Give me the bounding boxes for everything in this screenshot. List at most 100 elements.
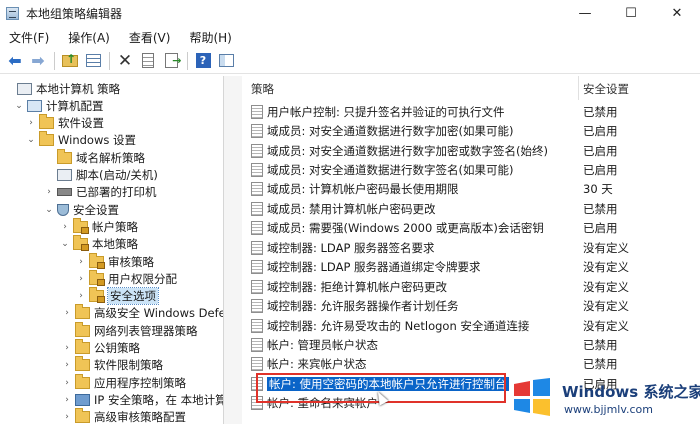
- tree-item[interactable]: 本地计算机 策略: [4, 79, 120, 98]
- back-button[interactable]: ⬅: [4, 50, 26, 72]
- policy-row[interactable]: 域成员: 禁用计算机帐户密码更改 已禁用: [243, 199, 700, 218]
- policy-name: 域成员: 对安全通道数据进行数字加密(如果可能): [267, 124, 514, 139]
- network-icon: [75, 393, 90, 406]
- tree-expander-icon[interactable]: ⌄: [44, 205, 54, 215]
- close-button[interactable]: ✕: [654, 0, 700, 26]
- tree-item[interactable]: 域名解析策略: [44, 148, 145, 167]
- policy-row[interactable]: 域成员: 需要强(Windows 2000 或更高版本)会话密钥 已启用: [243, 219, 700, 238]
- folder-icon: [57, 148, 72, 164]
- properties-button[interactable]: [137, 50, 159, 72]
- policy-row[interactable]: 域控制器: LDAP 服务器签名要求 没有定义: [243, 238, 700, 257]
- tree-item[interactable]: › 审核策略: [76, 252, 154, 271]
- tree-expander-icon[interactable]: ›: [76, 274, 86, 284]
- tree-item-label: 脚本(启动/关机): [76, 168, 158, 182]
- tree-expander-icon[interactable]: ›: [62, 412, 72, 422]
- tree-expander-icon[interactable]: ›: [62, 360, 72, 370]
- tree-item[interactable]: ⌄ Windows 设置: [26, 131, 136, 150]
- computer-icon: [27, 99, 42, 112]
- column-divider[interactable]: [578, 76, 579, 100]
- tree-item[interactable]: › 公钥策略: [62, 339, 140, 358]
- policy-name-cell: 帐户: 来宾帐户状态: [267, 356, 589, 372]
- window-controls: — ☐ ✕: [562, 0, 700, 26]
- tree-item-label: IP 安全策略，在 本地计算: [94, 392, 224, 407]
- policy-row[interactable]: 帐户: 管理员帐户状态 已禁用: [243, 335, 700, 354]
- toolbar-separator: [54, 51, 55, 70]
- policy-name-cell: 域成员: 计算机帐户密码最长使用期限: [267, 181, 589, 197]
- tree-item[interactable]: › 软件限制策略: [62, 356, 163, 375]
- tree-expander-icon[interactable]: ›: [60, 222, 70, 232]
- tree-expander-icon[interactable]: ›: [62, 395, 72, 405]
- policy-setting-icon: [251, 299, 263, 314]
- tree-item-label: 用户权限分配: [108, 271, 177, 286]
- tree-scrollbar[interactable]: [224, 76, 242, 424]
- tree-item-label: 帐户策略: [92, 219, 138, 234]
- column-header-security-setting[interactable]: 安全设置: [583, 80, 629, 98]
- tree-expander-icon[interactable]: ›: [62, 343, 72, 353]
- tree-item[interactable]: › 高级安全 Windows Defen: [62, 304, 224, 323]
- minimize-button[interactable]: —: [562, 0, 608, 26]
- tree-item[interactable]: ⌄ 安全设置: [44, 200, 119, 219]
- tree-item[interactable]: › 已部署的打印机: [44, 183, 156, 202]
- menu-help[interactable]: 帮助(H): [184, 29, 236, 46]
- tree-item[interactable]: 网络列表管理器策略: [62, 321, 198, 340]
- help-button[interactable]: ?: [192, 50, 214, 72]
- tree-expander-icon[interactable]: ⌄: [26, 135, 36, 145]
- tree-item[interactable]: 脚本(启动/关机): [44, 166, 158, 185]
- folder-icon: [39, 114, 54, 130]
- console-tree[interactable]: 本地计算机 策略 ⌄ 计算机配置 › 软件设置 ⌄ Windows 设置 域名解析策略 脚本(启…: [0, 76, 224, 424]
- tree-item[interactable]: › 应用程序控制策略: [62, 373, 186, 392]
- menu-view[interactable]: 查看(V): [124, 29, 176, 46]
- tree-expander-icon[interactable]: ›: [62, 378, 72, 388]
- tree-item[interactable]: › 帐户策略: [60, 217, 138, 236]
- tree-expander-icon[interactable]: ›: [76, 291, 86, 301]
- policy-row[interactable]: 域控制器: 允许易受攻击的 Netlogon 安全通道连接 没有定义: [243, 316, 700, 335]
- folder-icon: [75, 373, 90, 389]
- tree-item[interactable]: ⌄ 本地策略: [60, 235, 138, 254]
- tree-expander-icon[interactable]: ⌄: [60, 239, 70, 249]
- policy-row[interactable]: 域成员: 计算机帐户密码最长使用期限 30 天: [243, 180, 700, 199]
- policy-setting-icon: [251, 201, 263, 216]
- show-action-pane-button[interactable]: [215, 50, 237, 72]
- tree-item[interactable]: › IP 安全策略，在 本地计算: [62, 390, 224, 409]
- policy-setting-icon: [251, 318, 263, 333]
- policy-row[interactable]: 域成员: 对安全通道数据进行数字加密或数字签名(始终) 已启用: [243, 141, 700, 160]
- policy-name: 域成员: 禁用计算机帐户密码更改: [267, 201, 436, 216]
- windows-logo-icon: [514, 378, 550, 416]
- policy-row[interactable]: 域控制器: 拒绝计算机帐户密码更改 没有定义: [243, 277, 700, 296]
- policy-name-cell: 用户帐户控制: 只提升签名并验证的可执行文件: [267, 104, 589, 120]
- forward-button[interactable]: ➡: [27, 50, 49, 72]
- tree-item[interactable]: › 软件设置: [26, 114, 104, 133]
- show-hide-tree-button[interactable]: [82, 50, 104, 72]
- tree-item[interactable]: ⌄ 计算机配置: [14, 96, 103, 115]
- policy-row[interactable]: 域成员: 对安全通道数据进行数字加密(如果可能) 已启用: [243, 121, 700, 140]
- menu-file[interactable]: 文件(F): [4, 29, 54, 46]
- tree-item[interactable]: › 安全选项: [76, 287, 159, 306]
- tree-expander-icon[interactable]: ›: [26, 118, 36, 128]
- tree-item[interactable]: › 高级审核策略配置: [62, 408, 186, 424]
- maximize-button[interactable]: ☐: [608, 0, 654, 26]
- policy-row[interactable]: 域成员: 对安全通道数据进行数字签名(如果可能) 已启用: [243, 160, 700, 179]
- security-setting-value: 已启用: [583, 162, 618, 177]
- tree-expander-icon[interactable]: ›: [76, 257, 86, 267]
- tree-expander-icon[interactable]: ›: [62, 308, 72, 318]
- menu-action[interactable]: 操作(A): [63, 29, 115, 46]
- tree-expander-icon[interactable]: ›: [44, 187, 54, 197]
- watermark-title-en: Windows: [562, 383, 639, 401]
- export-list-button[interactable]: [160, 50, 182, 72]
- policy-name: 用户帐户控制: 只提升签名并验证的可执行文件: [267, 104, 505, 119]
- policy-row[interactable]: 域控制器: LDAP 服务器通道绑定令牌要求 没有定义: [243, 258, 700, 277]
- column-header-policy[interactable]: 策略: [251, 80, 274, 98]
- policy-row[interactable]: 域控制器: 允许服务器操作者计划任务 没有定义: [243, 297, 700, 316]
- delete-button[interactable]: ✕: [114, 50, 136, 72]
- security-setting-value: 没有定义: [583, 299, 629, 314]
- tree-item[interactable]: › 用户权限分配: [76, 269, 177, 288]
- properties-icon: [142, 53, 154, 68]
- policy-row[interactable]: 用户帐户控制: 只提升签名并验证的可执行文件 已禁用: [243, 102, 700, 121]
- tree-expander-icon[interactable]: ⌄: [14, 101, 24, 111]
- up-level-button[interactable]: [59, 50, 81, 72]
- policy-name: 域控制器: 允许易受攻击的 Netlogon 安全通道连接: [267, 318, 530, 333]
- tree-item-label: 高级安全 Windows Defen: [94, 306, 224, 321]
- security-setting-value: 没有定义: [583, 240, 629, 255]
- menu-bar: 文件(F) 操作(A) 查看(V) 帮助(H): [0, 26, 700, 48]
- tree-item-label: 域名解析策略: [76, 150, 145, 165]
